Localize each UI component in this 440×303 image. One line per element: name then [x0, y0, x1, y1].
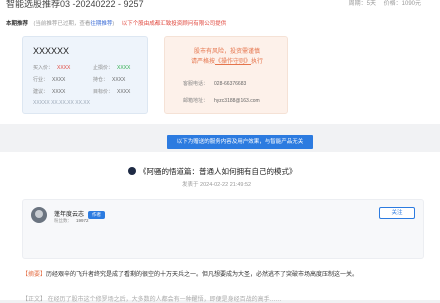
article-title: 《阿骚的悟道篇：普通人如何拥有自己的模式》 — [128, 166, 297, 177]
industry-field: 行业： XXXX — [33, 77, 66, 83]
advice-field: 建议： XXXX — [33, 89, 66, 95]
service-phone: 客服电话： 028-66376683 — [183, 81, 247, 87]
article-section: 《阿骚的悟道篇：普通人如何拥有自己的模式》 发表于 2024-02-22 21:… — [0, 152, 440, 303]
author-badge: 作者 — [88, 211, 106, 219]
provider-note: 以下个股由成都汇致投资顾问有限公司提供 — [121, 21, 227, 27]
stock-sub-note: XXXXX XX.XX.XX XX.XX — [33, 100, 90, 106]
summary-tag: 【摘要】 — [22, 272, 47, 278]
recommendation-card: 智能选股推荐03 -20240222 - 9257 周期：5天 价格：1090元… — [0, 0, 440, 124]
notice-status-suffix: ) — [112, 21, 115, 27]
notice-status: (当前推荐已过期，查看 — [33, 21, 91, 27]
recommendation-notice: 本期推荐 (当前推荐已过期，查看往期推荐) 以下个股由成都汇致投资顾问有限公司提… — [6, 19, 226, 27]
notice-label: 本期推荐 — [6, 21, 29, 27]
buy-price-field: 买入价： XXXX — [33, 65, 71, 71]
stock-name: XXXXXX — [33, 46, 70, 56]
avatar[interactable] — [31, 207, 47, 223]
author-fans: 粉丝数： 19972 — [54, 218, 89, 223]
article-time: 发表于 2024-02-22 21:49:52 — [182, 182, 252, 188]
article-logo-icon — [128, 167, 136, 175]
price-label: 价格：1090元 — [383, 1, 421, 7]
position-field: 持仓： XXXX — [93, 77, 126, 83]
rules-line: 请严格按《操作守则》执行 — [190, 59, 264, 65]
author-card: 蓬年度云志 作者 粉丝数： 19972 关注 — [22, 199, 424, 259]
stock-info-box: XXXXXX 买入价： XXXX 止损价： XXXX 行业： XXXX 持仓： XXXX… — [22, 36, 148, 114]
product-meta: 周期：5天 价格：1090元 — [343, 0, 421, 7]
article-summary: 【摘要】历经艰辛的飞升者终究是成了看剩的很空的十万天兵之一。但凡想要成为大圣，必… — [22, 272, 359, 278]
gift-content-banner: 以下为赠送的服务内容及用户效果，与智能产品无关 — [167, 135, 313, 149]
article-body-start: 【正文】 在经历了股市这个修罗场之后，大多数的人都会有一种醒悟，即便是身经百战的… — [22, 297, 282, 303]
period-label: 周期：5天 — [348, 1, 376, 7]
follow-button[interactable]: 关注 — [379, 207, 415, 219]
rules-link[interactable]: 《操作守则》 — [215, 59, 251, 65]
risk-line: 股市有风险，投资需谨慎 — [193, 49, 260, 55]
history-link[interactable]: 往期推荐 — [90, 21, 112, 27]
stop-loss-field: 止损价： XXXX — [93, 65, 131, 71]
target-price-field: 目标价： XXXX — [93, 89, 131, 95]
page-title: 智能选股推荐03 -20240222 - 9257 — [6, 0, 144, 9]
service-email: 邮箱地址： hyzc3188@163.com — [183, 98, 260, 104]
risk-warning-box: 股市有风险，投资需谨慎 请严格按《操作守则》执行 客服电话： 028-663766… — [164, 36, 288, 114]
